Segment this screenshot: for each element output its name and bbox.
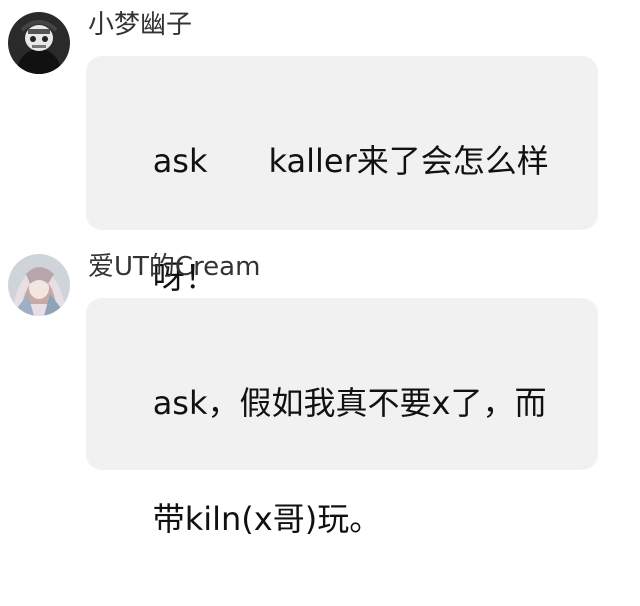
message-bubble[interactable]: ask kaller来了会怎么样 呀！: [86, 56, 598, 296]
username-label: 爱UT的Cream: [88, 252, 261, 282]
anime-character-avatar-icon: [8, 254, 70, 316]
user-avatar-2[interactable]: [8, 254, 70, 316]
message-line: ask，假如我真不要x了，而: [152, 384, 547, 422]
username-label: 小梦幽子: [88, 10, 193, 40]
message-bubble[interactable]: ask，假如我真不要x了，而 带kiln(x哥)玩。: [86, 298, 598, 538]
message-line: 带kiln(x哥)玩。: [152, 500, 382, 538]
user-avatar-1[interactable]: [8, 12, 70, 74]
skeleton-avatar-icon: [8, 12, 70, 74]
message-line: ask kaller来了会怎么样: [152, 142, 549, 180]
